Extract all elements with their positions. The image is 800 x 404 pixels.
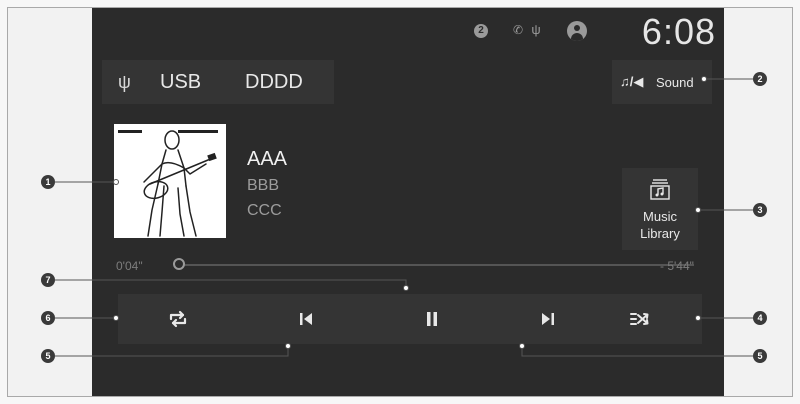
music-library-label-line2: Library bbox=[640, 226, 680, 241]
track-artist: BBB bbox=[247, 177, 280, 194]
elapsed-time: 0'04" bbox=[116, 259, 143, 273]
pause-button[interactable] bbox=[402, 294, 462, 344]
callout-3: 3 bbox=[753, 203, 767, 217]
callout-1: 1 bbox=[41, 175, 55, 189]
pause-icon bbox=[427, 312, 437, 326]
clock: 6:08 bbox=[641, 11, 716, 52]
usb-status-icon: ψ bbox=[531, 22, 541, 37]
music-speaker-icon: ♫/◀ bbox=[620, 74, 644, 89]
source-bar[interactable]: ψ USB DDDD bbox=[102, 60, 334, 104]
sound-button[interactable]: ♫/◀ Sound bbox=[612, 60, 712, 104]
album-art bbox=[114, 124, 226, 238]
music-library-icon bbox=[650, 179, 670, 200]
callout-5-right: 5 bbox=[753, 349, 767, 363]
music-library-label: Music Library bbox=[622, 208, 698, 242]
usb-icon: ψ bbox=[118, 72, 131, 92]
shuffle-button[interactable] bbox=[610, 294, 670, 344]
device-label: DDDD bbox=[245, 71, 303, 93]
progress-track[interactable] bbox=[174, 264, 694, 266]
music-library-label-line1: Music bbox=[643, 209, 677, 224]
playback-controls bbox=[118, 294, 702, 344]
previous-track-icon bbox=[300, 313, 312, 325]
callout-6: 6 bbox=[41, 311, 55, 325]
callout-7: 7 bbox=[41, 273, 55, 287]
music-library-button[interactable]: Music Library bbox=[622, 168, 698, 250]
progress-knob[interactable] bbox=[173, 258, 186, 270]
sound-label: Sound bbox=[656, 75, 694, 90]
callout-4: 4 bbox=[753, 311, 767, 325]
next-track-button[interactable] bbox=[518, 294, 578, 344]
repeat-icon bbox=[169, 310, 187, 328]
repeat-button[interactable] bbox=[148, 294, 208, 344]
source-label: USB bbox=[160, 71, 202, 93]
notification-badge-icon[interactable]: 2 bbox=[474, 24, 488, 38]
callout-2: 2 bbox=[753, 72, 767, 86]
album-art-image bbox=[114, 124, 226, 238]
infotainment-screen: 2 ✆ ψ 6:08 ψ USB DDDD ♫/◀ Sound AAA BBB … bbox=[92, 8, 724, 396]
callout-5-left: 5 bbox=[41, 349, 55, 363]
track-album: CCC bbox=[247, 202, 282, 219]
shuffle-icon bbox=[630, 313, 649, 325]
previous-track-button[interactable] bbox=[276, 294, 336, 344]
track-title: AAA bbox=[247, 148, 288, 170]
next-track-icon bbox=[542, 313, 554, 325]
remaining-time: - 5'44" bbox=[660, 259, 694, 273]
profile-icon[interactable] bbox=[567, 21, 587, 41]
phone-icon: ✆ bbox=[512, 23, 524, 37]
status-bar: 2 ✆ ψ 6:08 bbox=[92, 8, 724, 54]
